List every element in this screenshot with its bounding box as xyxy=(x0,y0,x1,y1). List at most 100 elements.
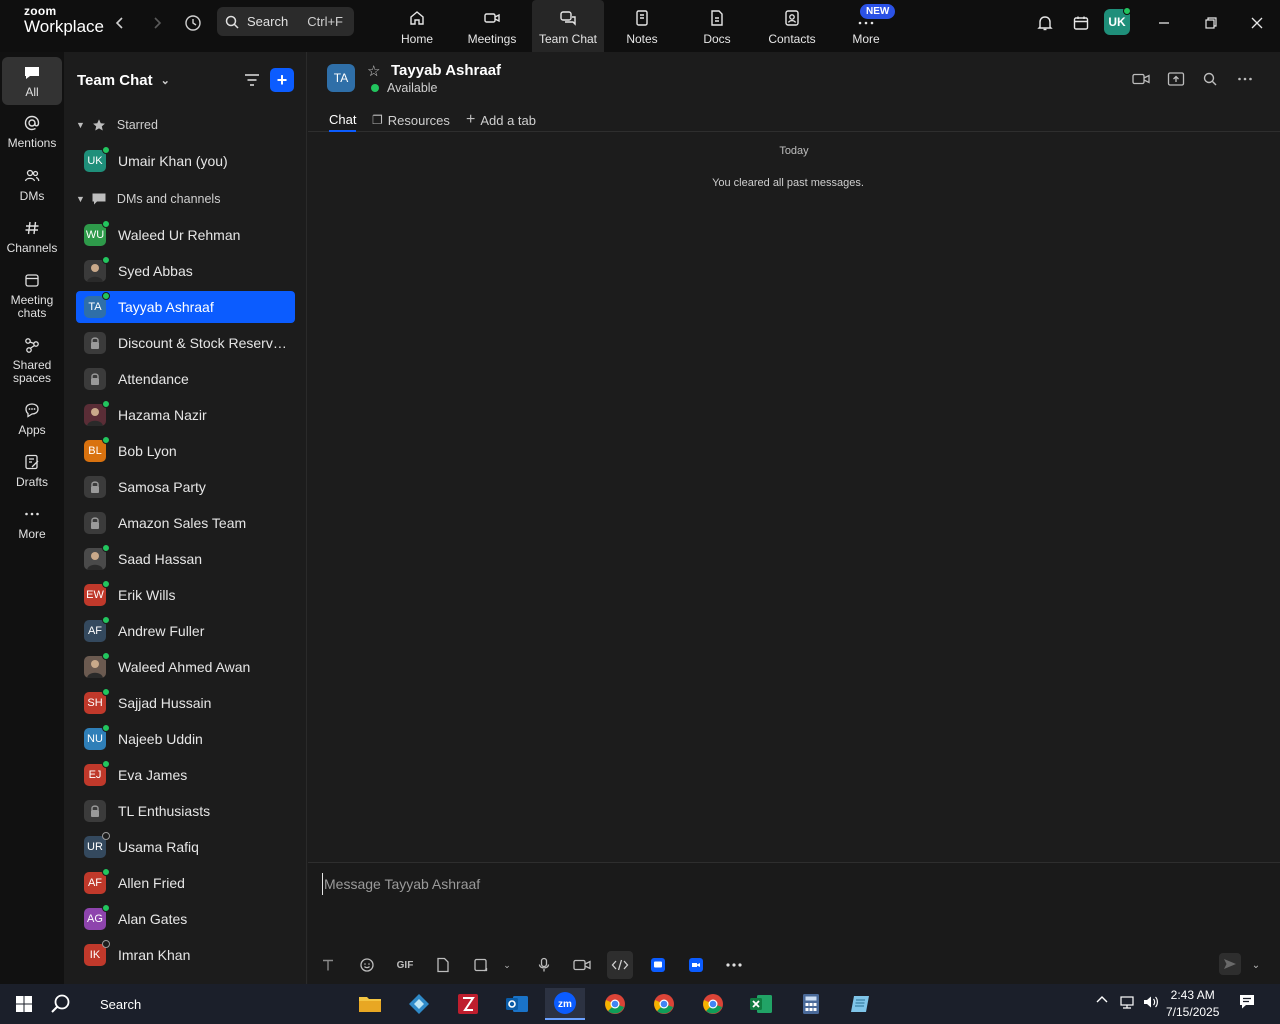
contact-avatar[interactable]: TA xyxy=(327,64,355,92)
chrome-profile-2-icon[interactable] xyxy=(693,988,733,1020)
contact-name[interactable]: Tayyab Ashraaf xyxy=(391,62,501,79)
nav-team-chat[interactable]: Team Chat xyxy=(532,0,604,52)
contact-item[interactable]: BL Bob Lyon xyxy=(76,435,295,467)
contact-item[interactable]: IK Imran Khan xyxy=(76,939,295,971)
new-chat-button[interactable]: + xyxy=(270,68,294,92)
screenshot-icon[interactable] xyxy=(469,953,493,977)
contact-item[interactable]: Syed Abbas xyxy=(76,255,295,287)
search-bar[interactable]: Search Ctrl+F xyxy=(217,7,354,36)
outlook-icon[interactable] xyxy=(497,988,537,1020)
back-arrow-icon[interactable] xyxy=(108,11,132,35)
contact-item[interactable]: Hazama Nazir xyxy=(76,399,295,431)
zoom-taskbar-icon[interactable]: zm xyxy=(545,988,585,1020)
rail-shared-spaces[interactable]: Shared spaces xyxy=(2,336,62,385)
nav-notes[interactable]: Notes xyxy=(606,0,678,52)
close-icon[interactable] xyxy=(1245,11,1269,35)
code-snippet-icon[interactable] xyxy=(607,951,633,979)
windows-start-icon[interactable] xyxy=(4,988,44,1020)
notification-center-icon[interactable] xyxy=(1238,993,1256,1014)
channel-item[interactable]: Discount & Stock Reservati... xyxy=(76,327,295,359)
text-format-icon[interactable] xyxy=(316,953,340,977)
taskbar-search[interactable]: Search xyxy=(50,988,141,1020)
share-screen-icon[interactable] xyxy=(1166,70,1186,88)
rail-label: Meeting chats xyxy=(10,293,54,320)
drafts-icon xyxy=(25,454,39,470)
filezilla-icon[interactable] xyxy=(448,988,488,1020)
nav-home[interactable]: Home xyxy=(381,0,453,52)
contact-item[interactable]: Waleed Ahmed Awan xyxy=(76,651,295,683)
channel-item[interactable]: Attendance xyxy=(76,363,295,395)
app-blue-chat-icon[interactable] xyxy=(646,953,670,977)
sidebar-title[interactable]: Team Chat ⌄ xyxy=(77,72,170,89)
rail-dms[interactable]: DMs xyxy=(2,167,62,203)
nav-meetings[interactable]: Meetings xyxy=(456,0,528,52)
chrome-icon[interactable] xyxy=(595,988,635,1020)
file-icon[interactable] xyxy=(431,953,455,977)
avatar-initials: WU xyxy=(85,229,105,241)
rail-channels[interactable]: Channels xyxy=(2,219,62,255)
video-call-icon[interactable] xyxy=(1131,70,1151,88)
item-name: Syed Abbas xyxy=(118,263,193,279)
contact-item[interactable]: SH Sajjad Hussain xyxy=(76,687,295,719)
app-zoom-icon[interactable] xyxy=(684,953,708,977)
channel-item[interactable]: TL Enthusiasts xyxy=(76,795,295,827)
tab-resources[interactable]: ❐ Resources xyxy=(372,108,450,132)
contact-item[interactable]: AF Allen Fried xyxy=(76,867,295,899)
tab-chat[interactable]: Chat xyxy=(329,108,357,132)
minimize-icon[interactable] xyxy=(1152,11,1176,35)
microphone-icon[interactable] xyxy=(532,953,556,977)
search-icon[interactable] xyxy=(1200,70,1220,88)
app-diamond-icon[interactable] xyxy=(399,988,439,1020)
starred-section[interactable]: ▼ Starred xyxy=(76,118,158,132)
notification-bell-icon[interactable] xyxy=(1033,11,1057,35)
chrome-profile-icon[interactable] xyxy=(644,988,684,1020)
contact-item[interactable]: AG Alan Gates xyxy=(76,903,295,935)
ellipsis-icon[interactable] xyxy=(722,953,746,977)
contact-item[interactable]: NU Najeeb Uddin xyxy=(76,723,295,755)
ellipsis-icon[interactable] xyxy=(1235,70,1255,88)
calculator-icon[interactable] xyxy=(791,988,831,1020)
rail-apps[interactable]: Apps xyxy=(2,401,62,437)
network-icon[interactable] xyxy=(1118,994,1136,1013)
channel-item[interactable]: Amazon Sales Team xyxy=(76,507,295,539)
contact-item[interactable]: Saad Hassan xyxy=(76,543,295,575)
contact-item[interactable]: TA Tayyab Ashraaf xyxy=(76,291,295,323)
channel-item[interactable]: Samosa Party xyxy=(76,471,295,503)
contact-item[interactable]: AF Andrew Fuller xyxy=(76,615,295,647)
history-icon[interactable] xyxy=(181,11,205,35)
message-input[interactable] xyxy=(322,873,1262,895)
avatar: TA xyxy=(84,292,110,318)
contact-item[interactable]: UK Umair Khan (you) xyxy=(76,145,295,177)
restore-icon[interactable] xyxy=(1199,11,1223,35)
contact-item[interactable]: EW Erik Wills xyxy=(76,579,295,611)
filter-icon[interactable] xyxy=(242,70,262,90)
rail-all[interactable]: All xyxy=(2,57,62,105)
emoji-icon[interactable] xyxy=(355,953,379,977)
rail-mentions[interactable]: Mentions xyxy=(2,114,62,150)
star-outline-icon[interactable]: ☆ xyxy=(367,62,380,80)
contact-item[interactable]: UR Usama Rafiq xyxy=(76,831,295,863)
rail-drafts[interactable]: Drafts xyxy=(2,453,62,489)
rail-meeting-chats[interactable]: Meeting chats xyxy=(2,271,62,320)
item-name: Hazama Nazir xyxy=(118,407,207,423)
forward-arrow-icon[interactable] xyxy=(145,11,169,35)
excel-icon[interactable] xyxy=(741,988,781,1020)
volume-icon[interactable] xyxy=(1142,994,1160,1013)
chevron-down-icon[interactable]: ⌄ xyxy=(495,953,519,977)
send-icon[interactable] xyxy=(1219,953,1241,975)
rail-more[interactable]: More xyxy=(2,505,62,541)
nav-docs[interactable]: Docs xyxy=(681,0,753,52)
file-explorer-icon[interactable] xyxy=(350,988,390,1020)
system-clock[interactable]: 2:43 AM 7/15/2025 xyxy=(1166,987,1219,1021)
contact-item[interactable]: EJ Eva James xyxy=(76,759,295,791)
nav-contacts[interactable]: Contacts xyxy=(756,0,828,52)
send-options-chevron-icon[interactable]: ⌄ xyxy=(1244,953,1268,977)
calendar-icon[interactable] xyxy=(1069,11,1093,35)
contact-item[interactable]: WU Waleed Ur Rehman xyxy=(76,219,295,251)
notepad-icon[interactable] xyxy=(840,988,880,1020)
dms-section[interactable]: ▼ DMs and channels xyxy=(76,192,220,206)
gif-button[interactable]: GIF xyxy=(393,953,417,977)
video-message-icon[interactable] xyxy=(570,953,594,977)
tab-add[interactable]: + Add a tab xyxy=(466,108,536,132)
chevron-up-icon[interactable] xyxy=(1095,993,1109,1010)
